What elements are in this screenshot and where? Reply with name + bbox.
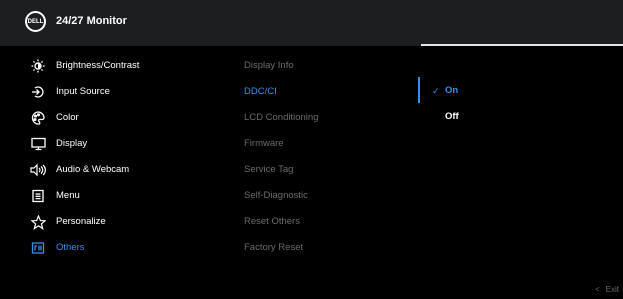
menu-item-input-source[interactable]: Input Source: [0, 80, 225, 106]
exit-button[interactable]: < Exit: [595, 285, 619, 294]
input-source-icon: [30, 84, 46, 100]
menu-item-label: Brightness/Contrast: [56, 60, 140, 71]
color-palette-icon: [30, 110, 46, 126]
star-icon: [30, 214, 46, 230]
menu-list-icon: [30, 188, 46, 204]
selection-indicator: [418, 77, 420, 103]
menu-item-menu[interactable]: Menu: [0, 184, 225, 210]
brightness-icon: [30, 58, 46, 74]
menu-item-personalize[interactable]: Personalize: [0, 210, 225, 236]
menu-item-label: Display: [56, 138, 88, 149]
menu-item-display[interactable]: Display: [0, 132, 225, 158]
submenu-item-reset-others[interactable]: Reset Others: [244, 216, 300, 227]
menu-item-label: Personalize: [56, 216, 106, 227]
monitor-osd: DELL 24/27 Monitor Brightness/Contrast I…: [0, 0, 623, 299]
submenu-item-service-tag[interactable]: Service Tag: [244, 164, 293, 175]
menu-item-label: Color: [56, 112, 79, 123]
menu-item-brightness-contrast[interactable]: Brightness/Contrast: [0, 54, 225, 80]
osd-header: DELL 24/27 Monitor: [0, 0, 623, 46]
menu-item-audio-webcam[interactable]: Audio & Webcam: [0, 158, 225, 184]
menu-item-others[interactable]: Others: [0, 236, 225, 262]
menu-item-label: Menu: [56, 190, 80, 201]
checkmark-icon: ✓: [432, 86, 440, 96]
submenu-item-ddc-ci[interactable]: DDC/CI: [244, 86, 277, 97]
submenu-item-firmware[interactable]: Firmware: [244, 138, 284, 149]
dell-logo: DELL: [25, 11, 46, 32]
header-divider: [421, 44, 623, 46]
submenu-item-lcd-conditioning[interactable]: LCD Conditioning: [244, 112, 318, 123]
menu-item-label: Others: [56, 242, 85, 253]
menu-item-label: Audio & Webcam: [56, 164, 130, 175]
menu-item-color[interactable]: Color: [0, 106, 225, 132]
exit-label: Exit: [605, 285, 619, 294]
monitor-title: 24/27 Monitor: [56, 15, 127, 27]
display-icon: [30, 136, 46, 152]
option-on[interactable]: On: [445, 85, 458, 96]
submenu-item-self-diagnostic[interactable]: Self-Diagnostic: [244, 190, 308, 201]
others-icon: [30, 240, 46, 256]
chevron-left-icon: <: [594, 285, 600, 294]
submenu-item-factory-reset[interactable]: Factory Reset: [244, 242, 303, 253]
menu-item-label: Input Source: [56, 86, 110, 97]
submenu-item-display-info[interactable]: Display Info: [244, 60, 294, 71]
speaker-icon: [30, 162, 46, 178]
option-off[interactable]: Off: [445, 111, 459, 122]
